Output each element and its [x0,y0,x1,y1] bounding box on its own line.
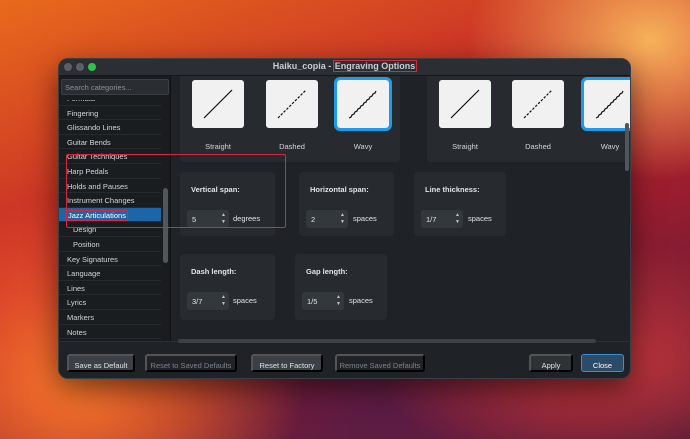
sidebar-item-label: Key Signatures [67,254,118,264]
dash-length-value: 3/7 [192,297,203,306]
sidebar-item[interactable]: Position [59,237,161,252]
sidebar-item-label: Language [67,269,101,279]
reset-to-factory-button[interactable]: Reset to Factory [251,354,323,372]
horizontal-scrollbar[interactable] [178,339,596,343]
reset-to-saved-defaults-button[interactable]: Reset to Saved Defaults [145,354,237,372]
gap-length-label: Gap length: [306,267,348,276]
horizontal-span-label: Horizontal span: [310,185,369,194]
line-style-group-1: Straight Dashed Wavy [180,76,400,162]
stepper-arrows-icon[interactable]: ▲ ▼ [220,294,227,307]
style-straight-thumb[interactable] [192,80,244,128]
style-dashed-label: Dashed [279,142,305,151]
sidebar-item[interactable]: Language [59,266,161,281]
sidebar-item[interactable]: Notes [59,325,161,340]
span-highlight-box [66,154,286,228]
title-bar: Haiku_copia - Engraving Options [59,59,630,76]
gap-length-value: 1/5 [307,297,318,306]
window-title-prefix: Haiku_copia - [272,61,334,71]
sidebar-item-label: Guitar Bends [67,137,111,147]
stepper-arrows-icon[interactable]: ▲ ▼ [339,212,346,225]
dash-length-stepper[interactable]: 3/7 ▲ ▼ [187,292,229,310]
style-dashed-thumb[interactable] [266,80,318,128]
sidebar-item[interactable]: Key Signatures [59,252,161,267]
sidebar-item[interactable]: Glissando Lines [59,120,161,135]
dash-length-unit: spaces [233,296,257,305]
gap-length-unit: spaces [349,296,373,305]
sidebar-item[interactable]: Fingering [59,106,161,121]
save-as-default-button[interactable]: Save as Default [67,354,135,372]
dash-length-group: Dash length: 3/7 ▲ ▼ spaces [180,254,275,320]
sidebar-item-label: Glissando Lines [67,123,121,133]
style-wavy-thumb[interactable] [334,77,392,131]
line-thickness-stepper[interactable]: 1/7 ▲ ▼ [421,210,463,228]
sidebar-item-label: Fermata [67,94,95,103]
line-thickness-group: Line thickness: 1/7 ▲ ▼ spaces [414,172,506,236]
horizontal-span-stepper[interactable]: 2 ▲ ▼ [306,210,348,228]
line-thickness-unit: spaces [468,214,492,223]
style-wavy-label-2: Wavy [600,142,620,151]
window-title: Haiku_copia - Engraving Options [59,60,630,72]
sidebar-item[interactable]: Lines [59,281,161,296]
style-wavy-label: Wavy [353,142,373,151]
style-wavy-thumb-2[interactable] [581,77,630,131]
stepper-arrows-icon[interactable]: ▲ ▼ [454,212,461,225]
close-button[interactable]: Close [581,354,624,372]
style-dashed-thumb-2[interactable] [512,80,564,128]
options-panel: Straight Dashed Wavy Straight Dashed Wav… [66,76,630,341]
sidebar-item[interactable]: Guitar Bends [59,135,161,150]
vertical-scrollbar[interactable] [625,123,629,171]
sidebar-item-label: Markers [67,312,95,322]
apply-button[interactable]: Apply [529,354,573,372]
style-dashed-label-2: Dashed [525,142,551,151]
dialog-footer: Save as Default Reset to Saved Defaults … [59,341,630,378]
sidebar-item-label: Notes [67,327,87,337]
sidebar-item-label: Lyrics [67,298,87,308]
window-title-highlight: Engraving Options [332,60,418,72]
gap-length-stepper[interactable]: 1/5 ▲ ▼ [302,292,344,310]
style-straight-thumb-2[interactable] [439,80,491,128]
search-categories-input[interactable] [61,79,169,95]
line-style-group-2: Straight Dashed Wavy [427,76,630,162]
gap-length-group: Gap length: 1/5 ▲ ▼ spaces [295,254,387,320]
horizontal-span-value: 2 [311,215,316,224]
engraving-options-window: Haiku_copia - Engraving Options Fermata F… [58,58,631,379]
line-thickness-value: 1/7 [426,215,437,224]
sidebar-item-label: Fingering [67,108,99,118]
horizontal-span-group: Horizontal span: 2 ▲ ▼ spaces [299,172,394,236]
dash-length-label: Dash length: [191,267,237,276]
sidebar-item-label: Position [73,239,100,249]
horizontal-span-unit: spaces [353,214,377,223]
sidebar-item[interactable]: Lyrics [59,295,161,310]
remove-saved-defaults-button[interactable]: Remove Saved Defaults [335,354,425,372]
style-straight-label-2: Straight [452,142,478,151]
style-straight-label: Straight [205,142,231,151]
sidebar-item-label: Lines [67,283,85,293]
sidebar-item[interactable]: Markers [59,310,161,325]
stepper-arrows-icon[interactable]: ▲ ▼ [335,294,342,307]
line-thickness-label: Line thickness: [425,185,480,194]
